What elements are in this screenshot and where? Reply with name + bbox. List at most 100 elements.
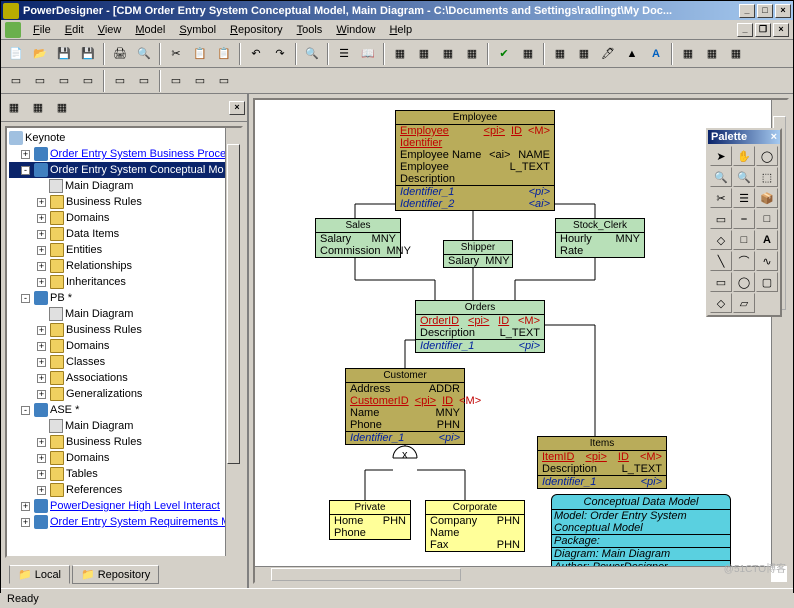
new-button[interactable]: 📄 [5, 43, 27, 65]
lasso-tool[interactable]: ◯ [756, 146, 778, 166]
note-tool[interactable]: ▱ [733, 293, 755, 313]
expand-icon[interactable]: + [37, 470, 46, 479]
paste-button[interactable]: 📋 [213, 43, 235, 65]
tree-item-pdhli[interactable]: PowerDesigner High Level Interact [50, 500, 220, 512]
rectangle-tool[interactable]: ▭ [710, 272, 732, 292]
tree-item-oebp[interactable]: Order Entry System Business Proce [50, 148, 226, 160]
font-button[interactable]: A [645, 43, 667, 65]
tree-item-oescm[interactable]: Order Entry System Conceptual Mo [50, 164, 224, 176]
tree-item-associations[interactable]: Associations [66, 372, 128, 384]
layout-4-button[interactable]: ▭ [77, 70, 99, 92]
collapse-icon[interactable]: - [21, 294, 30, 303]
tool-g-button[interactable]: ▦ [573, 43, 595, 65]
layout-6-button[interactable]: ▭ [133, 70, 155, 92]
properties-button[interactable]: ☰ [333, 43, 355, 65]
tree-root[interactable]: Keynote [25, 132, 65, 144]
tool-k-button[interactable]: ▦ [701, 43, 723, 65]
grabber-tool[interactable]: ✋ [733, 146, 755, 166]
tree-scrollbar[interactable] [225, 128, 241, 556]
tool-a-button[interactable]: ▦ [389, 43, 411, 65]
pointer-tool[interactable]: ➤ [710, 146, 732, 166]
entity-shipper[interactable]: Shipper SalaryMNY [443, 240, 513, 268]
collapse-icon[interactable]: - [21, 406, 30, 415]
tree-item-domains-2[interactable]: Domains [66, 340, 109, 352]
preview-button[interactable]: 🔍 [133, 43, 155, 65]
layout-9-button[interactable]: ▭ [213, 70, 235, 92]
expand-icon[interactable]: + [37, 230, 46, 239]
tree-item-data-items[interactable]: Data Items [66, 228, 119, 240]
arc-tool[interactable]: ⌒ [733, 251, 755, 271]
layout-2-button[interactable]: ▭ [29, 70, 51, 92]
undo-button[interactable]: ↶ [245, 43, 267, 65]
tool-l-button[interactable]: ▦ [725, 43, 747, 65]
association-tool[interactable]: ◇ [710, 230, 732, 250]
tool-h-button[interactable]: 🖊 [597, 43, 619, 65]
expand-icon[interactable]: + [37, 342, 46, 351]
layout-3-button[interactable]: ▭ [53, 70, 75, 92]
palette-close-icon[interactable]: × [771, 131, 777, 143]
polyline-tool[interactable]: ∿ [756, 251, 778, 271]
help-button[interactable]: 📖 [357, 43, 379, 65]
tool-b-button[interactable]: ▦ [413, 43, 435, 65]
expand-icon[interactable]: + [37, 438, 46, 447]
expand-icon[interactable]: + [37, 198, 46, 207]
tab-local[interactable]: 📁 Local [9, 565, 70, 584]
expand-icon[interactable]: + [37, 278, 46, 287]
menu-view[interactable]: View [92, 22, 128, 38]
delete-tool[interactable]: ✂ [710, 188, 732, 208]
menu-repository[interactable]: Repository [224, 22, 289, 38]
tree-item-generalizations[interactable]: Generalizations [66, 388, 142, 400]
package-tool[interactable]: 📦 [756, 188, 778, 208]
browser-tool-2[interactable]: ▦ [27, 97, 49, 119]
copy-button[interactable]: 📋 [189, 43, 211, 65]
expand-icon[interactable]: + [21, 502, 30, 511]
text-tool[interactable]: A [756, 230, 778, 250]
tool-e-button[interactable]: ▦ [517, 43, 539, 65]
canvas-hscroll[interactable] [255, 566, 771, 582]
tree-item-domains-3[interactable]: Domains [66, 452, 109, 464]
tree-item-classes[interactable]: Classes [66, 356, 105, 368]
tool-c-button[interactable]: ▦ [437, 43, 459, 65]
expand-icon[interactable]: + [21, 518, 30, 527]
mdi-restore-button[interactable]: ❐ [755, 23, 771, 37]
menu-window[interactable]: Window [330, 22, 381, 38]
check-button[interactable]: ✔ [493, 43, 515, 65]
zoom-out-tool[interactable]: 🔍 [733, 167, 755, 187]
tree-item-entities[interactable]: Entities [66, 244, 102, 256]
tree-item-business-rules[interactable]: Business Rules [66, 196, 142, 208]
tab-repository[interactable]: 📁 Repository [72, 565, 159, 584]
tree-item-pb[interactable]: PB * [50, 292, 72, 304]
mdi-close-button[interactable]: × [773, 23, 789, 37]
tree-item-business-rules-3[interactable]: Business Rules [66, 436, 142, 448]
tree-item-ase[interactable]: ASE * [50, 404, 79, 416]
zoom-in-tool[interactable]: 🔍 [710, 167, 732, 187]
polygon-tool[interactable]: ◇ [710, 293, 732, 313]
entity-sales[interactable]: Sales SalaryMNY CommissionMNY [315, 218, 401, 258]
tool-j-button[interactable]: ▦ [677, 43, 699, 65]
menu-edit[interactable]: Edit [59, 22, 90, 38]
cut-button[interactable]: ✂ [165, 43, 187, 65]
tool-i-button[interactable]: ▲ [621, 43, 643, 65]
inheritance-tool[interactable]: □ [756, 209, 778, 229]
rounded-rect-tool[interactable]: ▢ [756, 272, 778, 292]
expand-icon[interactable]: + [37, 262, 46, 271]
expand-icon[interactable]: + [37, 374, 46, 383]
minimize-button[interactable]: _ [739, 4, 755, 18]
expand-icon[interactable]: + [37, 358, 46, 367]
entity-private[interactable]: Private Home PhonePHN [329, 500, 411, 540]
link-tool[interactable]: □ [733, 230, 755, 250]
tree-item-main-diagram[interactable]: Main Diagram [65, 180, 133, 192]
entity-customer[interactable]: Customer AddressADDR CustomerID<pi>ID<M>… [345, 368, 465, 445]
expand-icon[interactable]: + [37, 246, 46, 255]
browser-tool-1[interactable]: ▦ [3, 97, 25, 119]
tree-item-business-rules-2[interactable]: Business Rules [66, 324, 142, 336]
redo-button[interactable]: ↷ [269, 43, 291, 65]
expand-icon[interactable]: + [37, 486, 46, 495]
entity-employee[interactable]: Employee Employee Identifier<pi>ID<M> Em… [395, 110, 555, 211]
tree-item-domains[interactable]: Domains [66, 212, 109, 224]
tree-item-inheritances[interactable]: Inheritances [66, 276, 126, 288]
menu-help[interactable]: Help [383, 22, 418, 38]
save-button[interactable]: 💾 [53, 43, 75, 65]
zoom-area-tool[interactable]: ⬚ [756, 167, 778, 187]
entity-corporate[interactable]: Corporate Company NamePHN FaxPHN [425, 500, 525, 552]
